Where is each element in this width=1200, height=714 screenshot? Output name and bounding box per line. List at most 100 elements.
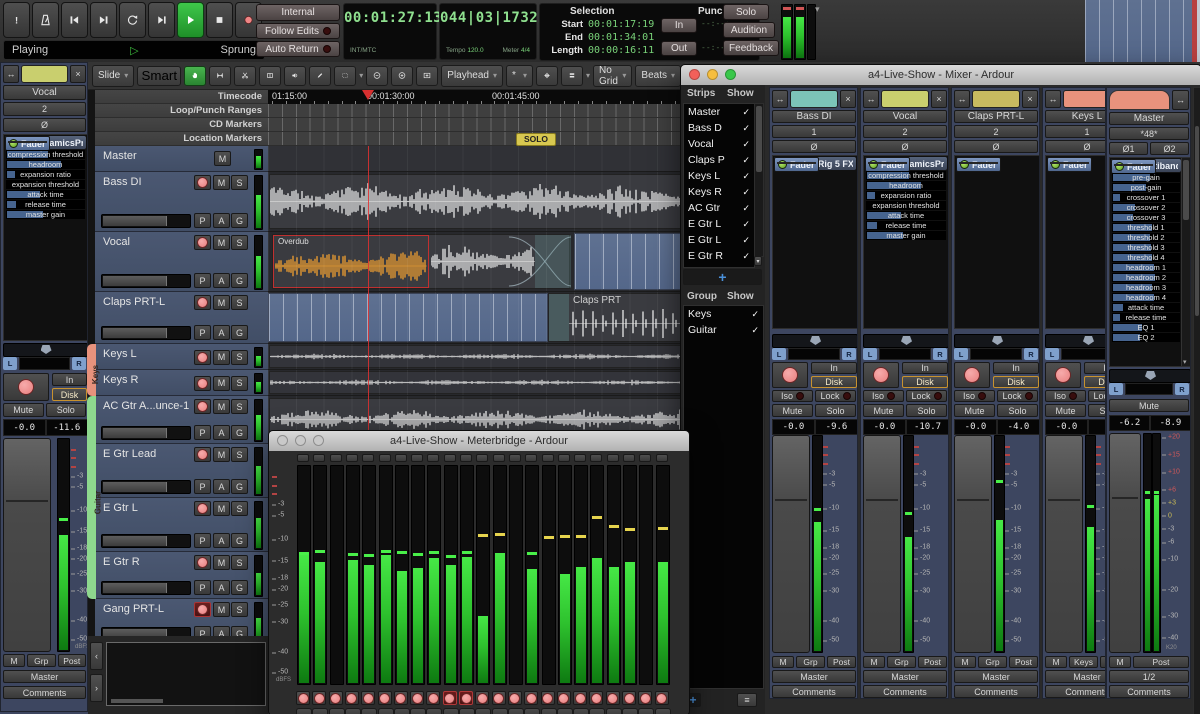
track-mute-button[interactable]: M <box>213 349 230 365</box>
plugin-param-release-time[interactable]: release time <box>866 221 946 230</box>
meter-top-button[interactable] <box>541 454 554 462</box>
group-button[interactable]: Keys <box>1069 656 1098 668</box>
meter-top-button[interactable] <box>345 454 358 462</box>
track-automation-button[interactable]: A <box>213 626 230 636</box>
track-mute-button[interactable]: M <box>213 375 230 391</box>
grid-type-selector[interactable]: Beats ▾ <box>635 64 681 87</box>
strips-list-item[interactable]: E Gtr L ✓ <box>684 232 754 248</box>
meter-top-button[interactable] <box>329 454 342 462</box>
meter-record-arm-button[interactable] <box>556 691 571 705</box>
pan-handle[interactable] <box>810 336 821 345</box>
processor-active-led[interactable] <box>1051 160 1060 169</box>
solo-isolate-button[interactable]: Iso <box>954 390 995 402</box>
meter-record-arm-button[interactable] <box>296 691 310 705</box>
solo-isolate-button[interactable]: Iso <box>863 390 904 402</box>
meter-record-arm-button[interactable] <box>426 691 441 705</box>
tool-layers-button[interactable] <box>561 65 584 86</box>
strips-list-scrollbar[interactable] <box>754 103 764 257</box>
solo-isolate-button[interactable]: Iso <box>772 390 813 402</box>
track-group-button[interactable]: G <box>231 213 248 228</box>
pan-left-chip[interactable]: L <box>3 357 17 370</box>
track-solo-button[interactable]: S <box>231 602 248 617</box>
post-button[interactable]: Post <box>57 654 86 667</box>
track-lane-vocal[interactable]: Overdub <box>268 232 685 292</box>
plugin-param-headroom[interactable]: headroom <box>6 160 85 169</box>
solo-button[interactable]: Solo <box>1088 404 1105 417</box>
group-list-item[interactable]: Guitar ✓ <box>684 322 763 338</box>
meter-record-arm-button[interactable] <box>605 691 620 705</box>
meter-record-arm-button[interactable] <box>328 691 343 705</box>
meter-record-arm-button[interactable] <box>654 691 669 705</box>
track-playlist-button[interactable]: P <box>194 325 211 340</box>
pan-right-chip[interactable]: R <box>1175 383 1189 395</box>
meter-top-button[interactable] <box>492 454 505 462</box>
shuttle-bar[interactable]: Playing ▷ Sprung <box>3 40 265 60</box>
plugin-param-expansion-threshold[interactable]: expansion threshold <box>6 180 85 189</box>
edit-mode-selector[interactable]: Slide ▾ <box>92 64 135 87</box>
group-button[interactable]: Grp <box>796 656 825 668</box>
track-gain-fader[interactable] <box>101 326 191 340</box>
monitor-disk-button[interactable]: Disk <box>52 388 87 401</box>
solo-button[interactable]: Solo <box>906 404 947 417</box>
meter-record-arm-button[interactable] <box>312 691 327 705</box>
processor-box[interactable]: Fader <box>954 155 1039 329</box>
close-icon[interactable] <box>277 435 288 446</box>
strip-resize-button[interactable]: ↔ <box>1172 90 1189 110</box>
processor-box[interactable]: Fader AUDynamicsPro compression threshold h… <box>3 134 87 341</box>
track-automation-button[interactable]: A <box>213 325 230 340</box>
channel-strip-master[interactable]: ↔ Master *48* Ø1Ø2 FaderAUMultibandpre-gainp… <box>1106 87 1191 699</box>
plugin-param-EQ-2[interactable]: EQ 2 <box>1112 333 1180 342</box>
track-playlist-button[interactable]: P <box>194 626 211 636</box>
mixer-window[interactable]: a4-Live-Show - Mixer - Ardour Strips Show… <box>680 64 1200 714</box>
track-lane-keys-l[interactable] <box>268 344 685 370</box>
gain-display[interactable]: -0.0 <box>772 419 815 435</box>
strip-input-button[interactable]: 1 <box>772 125 856 138</box>
phase-right-button[interactable]: Ø2 <box>1150 142 1189 155</box>
solo-lock-button[interactable]: Lock <box>1088 390 1105 402</box>
track-header-gang-prt-l[interactable]: Gang PRT-L M S P A G <box>95 599 268 636</box>
toolbar-chevron-icon[interactable]: ▾ <box>815 4 820 15</box>
strips-list-item[interactable]: AC Gtr ✓ <box>684 200 754 216</box>
selection-end-value[interactable]: 00:01:34:01 <box>588 32 654 43</box>
track-header-e-gtr-r[interactable]: E Gtr R MS PAG <box>95 552 268 599</box>
gain-fader[interactable] <box>772 435 810 653</box>
peak-display[interactable]: -4.0 <box>997 419 1039 435</box>
pan-right-chip[interactable]: R <box>933 348 947 360</box>
selection-length-value[interactable]: 00:00:16:11 <box>588 45 654 56</box>
track-mute-button[interactable]: M <box>213 295 230 310</box>
overdub-region[interactable]: Overdub <box>273 235 429 288</box>
scroll-thumb[interactable] <box>756 106 762 172</box>
track-mute-button[interactable]: M <box>214 151 231 166</box>
mute-button[interactable]: Mute <box>1045 404 1086 417</box>
track-record-arm-button[interactable] <box>194 602 211 617</box>
mute-button[interactable]: Mute <box>1109 399 1189 412</box>
track-solo-button[interactable]: S <box>231 235 248 250</box>
meter-record-arm-button[interactable] <box>442 691 457 705</box>
output-button[interactable]: Master <box>863 670 947 683</box>
track-header-keys-r[interactable]: Keys R MS <box>95 370 268 396</box>
phase-left-button[interactable]: Ø1 <box>1109 142 1148 155</box>
track-group-button[interactable]: G <box>231 273 248 288</box>
channel-strip-vocal[interactable]: ↔ × Vocal 2 Ø Fader AUDynamicsPro compression t… <box>860 87 949 699</box>
solo-lock-button[interactable]: Lock <box>815 390 856 402</box>
loop-button[interactable] <box>119 2 146 38</box>
mute-button[interactable]: Mute <box>3 403 44 417</box>
track-playlist-button[interactable]: P <box>194 425 211 440</box>
solo-lock-button[interactable]: Lock <box>997 390 1038 402</box>
track-group-button[interactable]: G <box>231 580 248 595</box>
strips-list-item[interactable]: Claps P ✓ <box>684 152 754 168</box>
plugin-param-post-gain[interactable]: post-gain <box>1112 183 1180 192</box>
midi-ghost-region[interactable] <box>574 233 685 290</box>
meter-top-button[interactable] <box>427 454 440 462</box>
pan-control[interactable] <box>772 334 857 348</box>
record-arm-button[interactable] <box>772 362 808 388</box>
ruler-lane-location-markers[interactable]: SOLO <box>268 132 685 146</box>
comments-button[interactable]: Comments <box>863 685 947 698</box>
track-lane-claps-prt-l[interactable]: Claps PRT <box>268 292 685 344</box>
track-solo-button[interactable]: S <box>231 555 248 570</box>
track-automation-button[interactable]: A <box>213 425 230 440</box>
strip-color-bar[interactable] <box>790 90 838 108</box>
phase-button[interactable]: Ø <box>863 140 947 153</box>
strip-color-bar[interactable] <box>1109 90 1170 110</box>
pan-control[interactable] <box>1045 334 1105 348</box>
